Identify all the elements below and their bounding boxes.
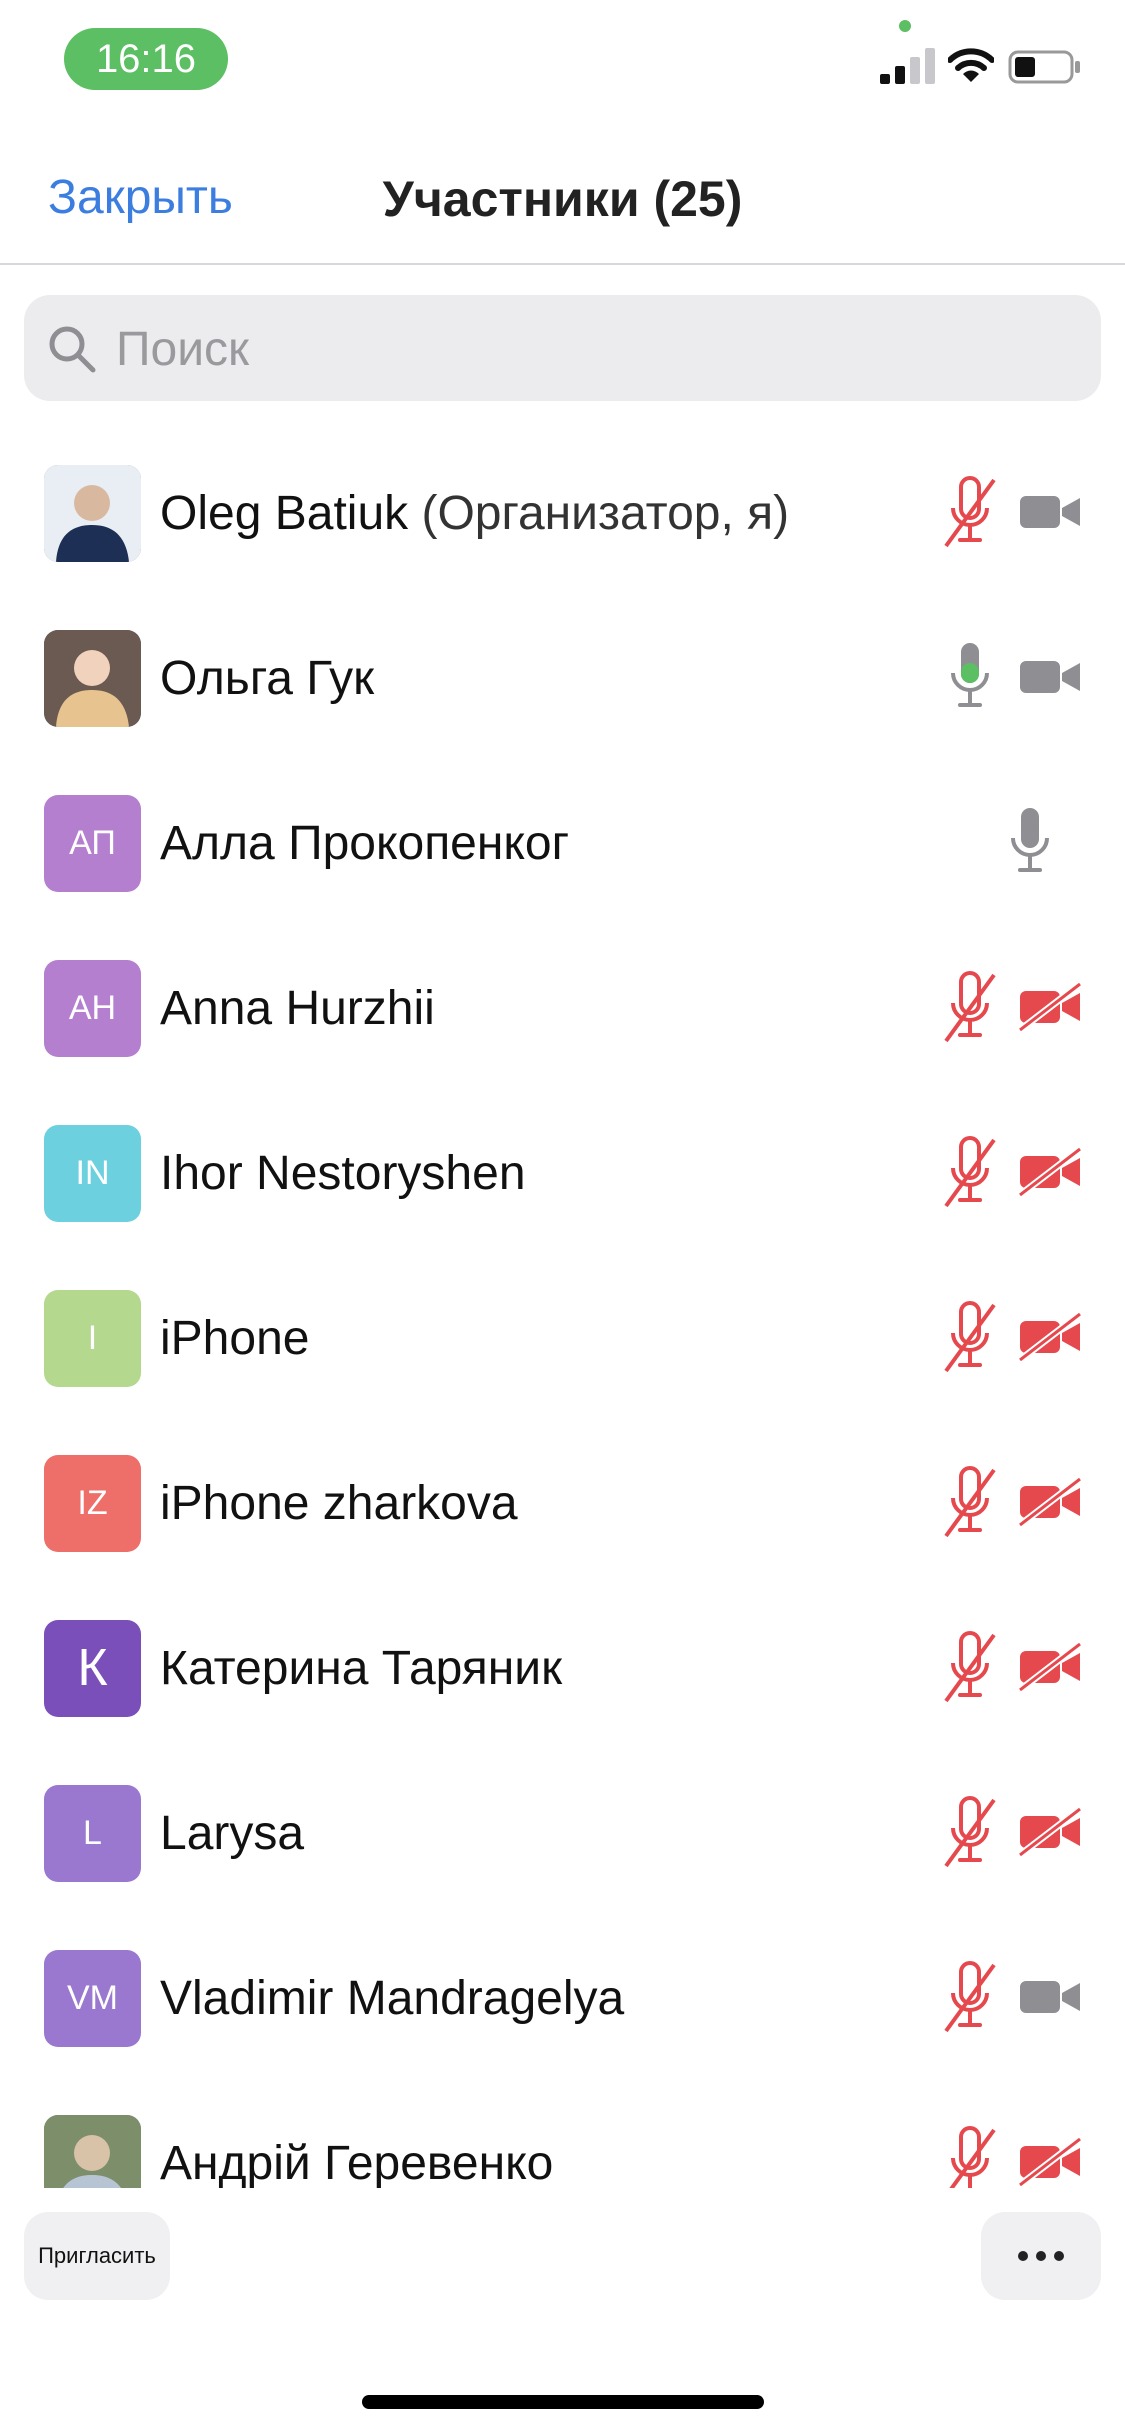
video-off-icon[interactable] — [1018, 983, 1082, 1031]
avatar: L — [44, 1785, 141, 1882]
invite-button[interactable]: Пригласить — [24, 2212, 170, 2300]
avatar-photo-icon — [44, 2115, 141, 2188]
participant-row[interactable]: IZ iPhone zharkova — [0, 1420, 1125, 1585]
participant-name: iPhone zharkova — [160, 1477, 518, 1530]
search-icon — [49, 326, 96, 373]
avatar — [44, 2115, 141, 2188]
participant-name: Ольга Гук — [160, 652, 375, 705]
participant-row[interactable]: VM Vladimir Mandragelya — [0, 1915, 1125, 2080]
video-off-icon[interactable] — [1018, 2138, 1082, 2186]
video-off-icon[interactable] — [1018, 1148, 1082, 1196]
avatar: IZ — [44, 1455, 141, 1552]
participant-name: Vladimir Mandragelya — [160, 1972, 625, 2025]
participant-name: Алла Прокопенког — [160, 817, 570, 870]
avatar — [44, 630, 141, 727]
video-icon[interactable] — [1018, 1973, 1082, 2021]
participant-row[interactable]: Oleg Batiuk (Организатор, я) — [0, 430, 1125, 595]
participant-name-cell: Oleg Batiuk (Организатор, я) — [160, 486, 789, 541]
participant-name-cell: Larysa — [160, 1806, 304, 1861]
participant-name-cell: iPhone zharkova — [160, 1476, 518, 1531]
mic-muted-icon[interactable] — [944, 1464, 996, 1540]
participant-name: Oleg Batiuk — [160, 487, 409, 540]
mic-muted-icon[interactable] — [944, 474, 996, 550]
avatar: I — [44, 1290, 141, 1387]
avatar: VM — [44, 1950, 141, 2047]
mic-muted-icon[interactable] — [944, 1794, 996, 1870]
cellular-signal-icon — [880, 48, 935, 84]
video-off-icon[interactable] — [1018, 1478, 1082, 1526]
participant-row[interactable]: Андрій Геревенко — [0, 2080, 1125, 2188]
status-bar: 16:16 — [0, 0, 1125, 120]
participant-name-cell: Anna Hurzhii — [160, 981, 435, 1036]
avatar: АП — [44, 795, 141, 892]
participant-role: (Организатор, я) — [421, 487, 790, 540]
participant-name-cell: Андрій Геревенко — [160, 2136, 553, 2188]
avatar-photo-icon — [44, 465, 141, 562]
participant-name-cell: Алла Прокопенког — [160, 816, 569, 871]
video-off-icon[interactable] — [1018, 1643, 1082, 1691]
participant-row[interactable]: Ольга Гук — [0, 595, 1125, 760]
participant-name-cell: Катерина Таряник — [160, 1641, 562, 1696]
participant-name: Андрій Геревенко — [160, 2137, 554, 2188]
mic-muted-icon[interactable] — [944, 1134, 996, 1210]
more-options-button[interactable] — [981, 2212, 1101, 2300]
battery-icon — [1008, 50, 1080, 84]
more-icon — [1018, 2251, 1064, 2261]
video-icon[interactable] — [1018, 488, 1082, 536]
video-icon[interactable] — [1018, 653, 1082, 701]
search-input[interactable] — [116, 319, 1016, 379]
participant-list[interactable]: Oleg Batiuk (Организатор, я) Ольга Гук А… — [0, 430, 1125, 2188]
avatar-photo-icon — [44, 630, 141, 727]
avatar: AH — [44, 960, 141, 1057]
participants-header: Закрыть Участники (25) — [0, 120, 1125, 265]
participant-row[interactable]: IN Ihor Nestoryshen — [0, 1090, 1125, 1255]
video-off-icon[interactable] — [1018, 1808, 1082, 1856]
mic-muted-icon[interactable] — [944, 2124, 996, 2188]
participant-row[interactable]: IiPhone — [0, 1255, 1125, 1420]
wifi-icon — [948, 48, 994, 82]
mic-muted-icon[interactable] — [944, 1629, 996, 1705]
participant-name: Ihor Nestoryshen — [160, 1147, 526, 1200]
mic-muted-icon[interactable] — [944, 1299, 996, 1375]
mic-icon[interactable] — [944, 639, 996, 715]
participant-row[interactable]: АП Алла Прокопенког — [0, 760, 1125, 925]
participant-row[interactable]: К Катерина Таряник — [0, 1585, 1125, 1750]
participant-name-cell: iPhone — [160, 1311, 309, 1366]
video-off-icon[interactable] — [1018, 1313, 1082, 1361]
home-indicator — [362, 2395, 764, 2409]
participant-name: Larysa — [160, 1807, 305, 1860]
mic-muted-icon[interactable] — [944, 969, 996, 1045]
search-bar[interactable] — [24, 295, 1101, 401]
participant-name-cell: Vladimir Mandragelya — [160, 1971, 624, 2026]
participant-name-cell: Ihor Nestoryshen — [160, 1146, 526, 1201]
avatar — [44, 465, 141, 562]
participant-row[interactable]: L Larysa — [0, 1750, 1125, 1915]
participant-row[interactable]: AH Anna Hurzhii — [0, 925, 1125, 1090]
status-time: 16:16 — [64, 28, 228, 90]
mic-icon[interactable] — [1004, 804, 1056, 880]
page-title: Участники (25) — [382, 171, 743, 227]
participant-name: Катерина Таряник — [160, 1642, 563, 1695]
avatar: IN — [44, 1125, 141, 1222]
camera-indicator-dot — [899, 20, 911, 32]
participant-name: iPhone — [160, 1312, 310, 1365]
avatar: К — [44, 1620, 141, 1717]
participant-name-cell: Ольга Гук — [160, 651, 374, 706]
participant-name: Anna Hurzhii — [160, 982, 435, 1035]
mic-muted-icon[interactable] — [944, 1959, 996, 2035]
